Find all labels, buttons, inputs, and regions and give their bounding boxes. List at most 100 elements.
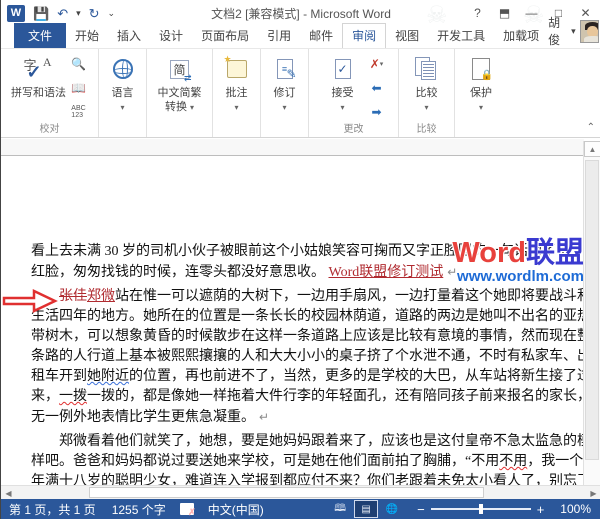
chevron-down-icon: ▾: [479, 103, 483, 112]
simplified-traditional-icon: 简: [170, 60, 188, 79]
ribbon-tab-row: 文件 开始插入设计页面布局引用邮件审阅视图开发工具加载项 胡俊 ▾: [1, 26, 600, 48]
language-indicator[interactable]: 中文(中国): [200, 501, 272, 518]
spelling-grammar-button[interactable]: 字A✓ 拼写和语法: [11, 52, 67, 101]
document-area: 看上去未满 30 岁的司机小伙子被眼前这个小姑娘笑容可掬而又字正腔圆的一句话闹了…: [1, 139, 584, 485]
group-label-compare: 比较: [399, 120, 454, 135]
collapse-ribbon-icon[interactable]: ⌃: [587, 122, 595, 133]
track-changes-button[interactable]: ≡ 修订 ▾: [257, 52, 313, 112]
paragraph-mark: ↵: [447, 265, 457, 279]
accept-icon: ✓: [335, 59, 351, 79]
document-line: 来，一拨一拨的，都是像她一样拖着大件行李的年轻面孔，还有陪同孩子前来报名的家长，: [31, 387, 579, 407]
chevron-down-icon: ▾: [120, 103, 124, 112]
track-changes-icon: ≡: [277, 59, 293, 79]
save-icon[interactable]: 💾: [33, 7, 49, 20]
document-line: 样吧。爸爸和妈妈都说过要送她来学校，可是她在他们面前拍了胸脯，“不用不用，我一个: [31, 452, 579, 472]
tab-5[interactable]: 邮件: [300, 24, 342, 48]
word-app-icon: W: [7, 5, 25, 22]
vertical-scrollbar[interactable]: ▲: [583, 141, 600, 485]
tab-file[interactable]: 文件: [14, 23, 66, 48]
tab-8[interactable]: 开发工具: [428, 24, 494, 48]
help-button[interactable]: ?: [464, 2, 491, 24]
document-line: 年满十八岁的聪明少女，难道连入学报到都应付不来？你们老跟着未免太小看人了，别忘了: [31, 472, 579, 485]
word-count[interactable]: 1255 个字: [104, 501, 174, 518]
tab-2[interactable]: 设计: [150, 24, 192, 48]
protect-button[interactable]: 保护 ▾: [453, 52, 509, 112]
group-label-changes: 更改: [309, 120, 398, 135]
next-change-icon[interactable]: ➡: [367, 103, 387, 121]
annotation-arrow-icon: [2, 288, 58, 314]
comment-icon: [227, 60, 247, 78]
previous-change-icon[interactable]: ⬅: [367, 79, 387, 97]
horizontal-scrollbar-thumb[interactable]: [89, 487, 484, 498]
document-line: 看上去未满 30 岁的司机小伙子被眼前这个小姑娘笑容可掬而又字正腔圆的一句话闹了…: [31, 242, 579, 262]
proofing-errors-icon[interactable]: [180, 503, 194, 515]
tab-6[interactable]: 审阅: [342, 23, 386, 48]
paragraph-mark: ↵: [259, 410, 269, 424]
document-line: 生活四年的地方。她所在的位置是一条长长的校园林荫道，道路的两边是她叫不出名的亚热: [31, 307, 579, 327]
chevron-down-icon: ▾: [282, 103, 286, 112]
vertical-scrollbar-thumb[interactable]: [585, 160, 599, 460]
spelling-grammar-icon: 字A✓: [24, 55, 54, 83]
user-avatar[interactable]: [580, 20, 599, 43]
undo-icon[interactable]: ↶: [57, 7, 68, 20]
web-layout-icon[interactable]: 🌐: [381, 501, 403, 517]
scroll-left-icon[interactable]: ◀: [2, 487, 15, 499]
tab-0[interactable]: 开始: [66, 24, 108, 48]
tab-1[interactable]: 插入: [108, 24, 150, 48]
globe-icon: [113, 59, 133, 79]
document-page[interactable]: 看上去未满 30 岁的司机小伙子被眼前这个小姑娘笑容可掬而又字正腔圆的一句话闹了…: [1, 155, 584, 485]
group-changes: ✓ 接受 ▾ ✗▾ ⬅ ➡ 更改: [309, 49, 399, 137]
document-line: 带树木，可以想象黄昏的时候散步在这样一条道路上应该是比较有意境的事情，然而现在整: [31, 327, 579, 347]
scroll-right-icon[interactable]: ▶: [587, 487, 600, 499]
chinese-conversion-button[interactable]: 简 中文简繁转换 ▾: [148, 52, 212, 115]
word-count-icon[interactable]: ABC123: [69, 103, 89, 121]
document-line: 租车开到她附近的位置，再也前进不了，当然，更多的是学校的大巴，从车站将新生接了过: [31, 367, 579, 387]
minimize-button[interactable]: —: [518, 2, 545, 24]
group-proofing: 字A✓ 拼写和语法 🔍 📖 ABC123 校对: [1, 49, 99, 137]
tab-3[interactable]: 页面布局: [192, 24, 258, 48]
accept-button[interactable]: ✓ 接受 ▾: [321, 52, 365, 112]
undo-dropdown-icon[interactable]: ▾: [76, 9, 81, 18]
thesaurus-icon[interactable]: 📖: [69, 79, 89, 97]
tab-7[interactable]: 视图: [386, 24, 428, 48]
chevron-down-icon: ▾: [424, 103, 428, 112]
zoom-out-icon[interactable]: −: [417, 503, 425, 516]
qat-customize-icon[interactable]: ⌄: [108, 9, 116, 18]
document-line: 红脸，匆匆找钱的时候，连零头都没好意思收。 Word联盟修订测试↵: [31, 262, 579, 282]
language-button[interactable]: 语言 ▾: [95, 52, 151, 112]
group-chinese-conversion: 简 中文简繁转换 ▾: [147, 49, 213, 137]
ribbon-display-options-button[interactable]: ⬒: [491, 2, 518, 24]
user-name[interactable]: 胡俊: [548, 14, 567, 48]
tab-9[interactable]: 加载项: [494, 24, 548, 48]
zoom-slider[interactable]: [431, 508, 531, 510]
zoom-in-icon[interactable]: +: [537, 503, 545, 516]
tab-4[interactable]: 引用: [258, 24, 300, 48]
user-dropdown-icon[interactable]: ▾: [571, 27, 576, 36]
redo-icon[interactable]: ↻: [89, 7, 100, 20]
document-line: 条路的人行道上基本被熙熙攘攘的人和大大小小的桌子挤了个水泄不通，不时有私家车、出: [31, 347, 579, 367]
quick-access-toolbar: W 💾 ↶ ▾ ↻ ⌄: [1, 5, 115, 22]
group-protect: 保护 ▾: [455, 49, 507, 137]
lock-icon: [472, 58, 490, 80]
group-language: 语言 ▾: [99, 49, 147, 137]
read-mode-icon[interactable]: 🕮: [329, 501, 351, 517]
print-layout-icon[interactable]: ▤: [355, 501, 377, 517]
document-line: 无一例外地表情比学生更焦急凝重。↵: [31, 407, 579, 427]
compare-button[interactable]: 比较 ▾: [399, 52, 455, 112]
group-label-proofing: 校对: [1, 120, 98, 135]
research-icon[interactable]: 🔍: [69, 55, 89, 73]
document-text: 看上去未满 30 岁的司机小伙子被眼前这个小姑娘笑容可掬而又字正腔圆的一句话闹了…: [31, 242, 579, 485]
group-compare: 比较 ▾ 比较: [399, 49, 455, 137]
chevron-down-icon: ▾: [234, 103, 238, 112]
reject-icon[interactable]: ✗▾: [367, 55, 387, 73]
document-line: 郑微看着他们就笑了，她想，要是她妈妈跟着来了，应该也是这付皇帝不急太监急的模: [31, 432, 579, 452]
page-indicator[interactable]: 第 1 页，共 1 页: [1, 501, 104, 518]
chevron-down-icon: ▾: [340, 103, 344, 112]
group-tracking: ≡ 修订 ▾: [261, 49, 309, 137]
scroll-up-icon[interactable]: ▲: [584, 141, 600, 157]
horizontal-scrollbar[interactable]: ◀ ▶: [1, 485, 600, 499]
document-line: 张佳郑微站在惟一可以遮荫的大树下，一边用手扇风，一边打量着这个她即将要战斗和: [31, 287, 579, 307]
zoom-slider-thumb[interactable]: [479, 504, 483, 514]
status-bar: 第 1 页，共 1 页 1255 个字 中文(中国) 🕮 ▤ 🌐 − + 100…: [1, 499, 600, 519]
zoom-level[interactable]: 100%: [552, 502, 600, 516]
